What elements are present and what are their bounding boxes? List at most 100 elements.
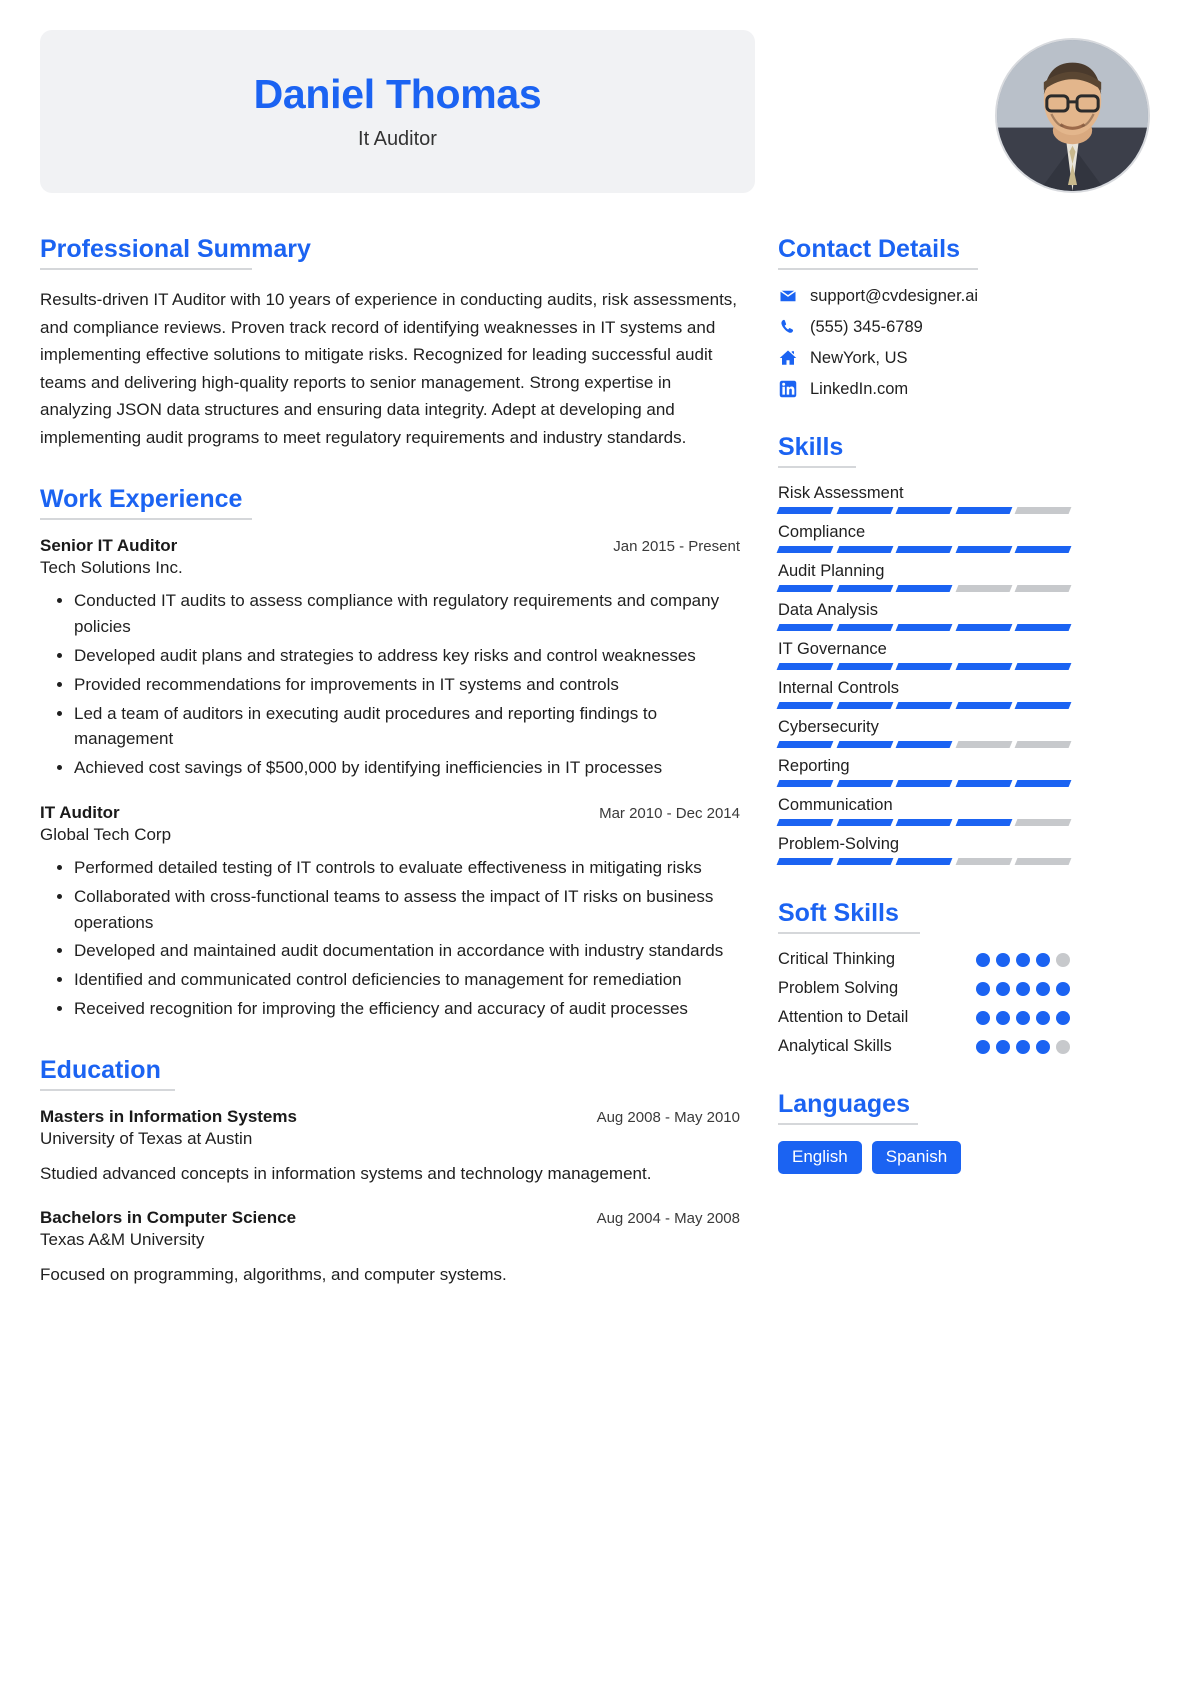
work-entry-header: Senior IT Auditor Jan 2015 - Present [40, 536, 740, 556]
section-education: Education Masters in Information Systems… [40, 1056, 740, 1288]
rating-dot [1036, 952, 1050, 967]
skill-segment [895, 585, 953, 592]
list-item: Conducted IT audits to assess compliance… [74, 588, 740, 640]
skill-item: Communication [776, 796, 1072, 826]
skill-item: Audit Planning [776, 562, 1072, 592]
skill-segment [1014, 858, 1072, 865]
soft-skill-name: Critical Thinking [778, 950, 896, 968]
skills-divider [778, 466, 856, 468]
contact-heading: Contact Details [778, 235, 960, 263]
education-entry: Masters in Information Systems Aug 2008 -… [40, 1107, 740, 1187]
summary-heading: Professional Summary [40, 235, 311, 263]
skill-item: Cybersecurity [776, 718, 1072, 748]
section-professional-summary: Professional Summary Results-driven IT A… [40, 235, 740, 451]
soft-skills-divider [778, 932, 920, 934]
skill-level-bar [776, 663, 1072, 670]
work-heading: Work Experience [40, 485, 243, 514]
education-entry-date: Aug 2004 - May 2008 [596, 1210, 740, 1228]
work-divider [40, 518, 252, 521]
soft-skill-rating [976, 952, 1070, 967]
skill-segment [955, 819, 1012, 826]
languages-heading: Languages [778, 1090, 910, 1118]
list-item: Collaborated with cross-functional teams… [74, 884, 740, 936]
skill-segment [1014, 780, 1072, 787]
skill-segment [836, 663, 893, 670]
skill-level-bar [776, 702, 1072, 709]
skill-segment [895, 507, 953, 514]
skill-segment [895, 546, 953, 553]
skill-segment [955, 741, 1012, 748]
rating-dot [1056, 1010, 1070, 1025]
education-entry-degree: Masters in Information Systems [40, 1106, 297, 1126]
soft-skill-item: Problem Solving [778, 979, 1070, 998]
skill-segment [1014, 624, 1072, 631]
skill-segment [836, 819, 893, 826]
skill-list: Risk Assessment Compliance Audit Planning D… [776, 484, 1072, 865]
rating-dot [1016, 981, 1030, 996]
skill-segment [955, 624, 1012, 631]
skill-level-bar [776, 585, 1072, 592]
job-title: It Auditor [358, 127, 437, 150]
contact-row[interactable]: support@cvdesigner.ai [778, 286, 1070, 306]
skill-segment [955, 585, 1012, 592]
soft-skill-item: Attention to Detail [778, 1008, 1070, 1027]
section-soft-skills: Soft Skills Critical Thinking Problem Sol… [778, 899, 1070, 1056]
contact-list: support@cvdesigner.ai (555) 345-6789 NewYo… [778, 286, 1070, 399]
education-entry-degree: Bachelors in Computer Science [40, 1208, 297, 1228]
name-band: Daniel Thomas It Auditor [40, 30, 755, 193]
side-column: Contact Details support@cvdesigner.ai (55… [776, 235, 1072, 1322]
section-contact-details: Contact Details support@cvdesigner.ai (55… [778, 235, 1070, 399]
list-item: Developed and maintained audit documenta… [74, 938, 740, 964]
skill-name: Communication [778, 796, 893, 814]
contact-divider [778, 268, 978, 270]
rating-dot [1036, 1010, 1050, 1025]
section-languages: Languages English Spanish [778, 1090, 1070, 1174]
skill-item: Problem-Solving [776, 835, 1072, 865]
rating-dot [1016, 1010, 1030, 1025]
skill-segment [836, 702, 893, 709]
skill-segment [1014, 741, 1072, 748]
languages-divider [778, 1123, 918, 1125]
language-chip: Spanish [871, 1141, 962, 1174]
work-entry-date: Mar 2010 - Dec 2014 [599, 804, 740, 822]
contact-row[interactable]: LinkedIn.com [778, 379, 1070, 399]
skill-level-bar [776, 819, 1072, 826]
skill-segment [836, 741, 893, 748]
skill-segment [1014, 507, 1072, 514]
contact-row[interactable]: (555) 345-6789 [778, 317, 1070, 337]
language-chip-list: English Spanish [778, 1141, 1070, 1174]
rating-dot [1036, 1039, 1050, 1054]
rating-dot [996, 952, 1010, 967]
soft-skill-item: Analytical Skills [778, 1037, 1070, 1056]
soft-skill-rating [976, 981, 1070, 996]
skill-name: IT Governance [778, 640, 887, 658]
skill-segment [776, 819, 834, 826]
work-entry: Senior IT Auditor Jan 2015 - Present Tech … [40, 536, 740, 781]
avatar-wrap [995, 38, 1150, 193]
page-title: Daniel Thomas [253, 71, 542, 118]
skill-segment [776, 585, 834, 592]
soft-skill-name: Attention to Detail [778, 1008, 909, 1026]
skill-segment [776, 780, 834, 787]
skill-segment [955, 858, 1012, 865]
skill-segment [955, 663, 1012, 670]
home-icon [778, 348, 798, 368]
rating-dot [1056, 1039, 1070, 1054]
rating-dot [996, 1039, 1010, 1054]
resume-body: Professional Summary Results-driven IT A… [40, 235, 1160, 1322]
skill-segment [776, 741, 834, 748]
resume-page: Daniel Thomas It Auditor Professional Su… [0, 0, 1200, 1684]
skill-item: Risk Assessment [776, 484, 1072, 514]
skill-name: Audit Planning [778, 562, 885, 580]
skill-segment [776, 546, 834, 553]
skill-level-bar [776, 858, 1072, 865]
skill-segment [895, 858, 953, 865]
work-entry-date: Jan 2015 - Present [613, 538, 740, 556]
skill-segment [895, 702, 953, 709]
skill-segment [776, 624, 834, 631]
list-item: Led a team of auditors in executing audi… [74, 701, 740, 753]
contact-row[interactable]: NewYork, US [778, 348, 1070, 368]
linkedin-icon [778, 379, 798, 399]
skill-segment [955, 780, 1012, 787]
work-entry-role: Senior IT Auditor [40, 536, 178, 556]
